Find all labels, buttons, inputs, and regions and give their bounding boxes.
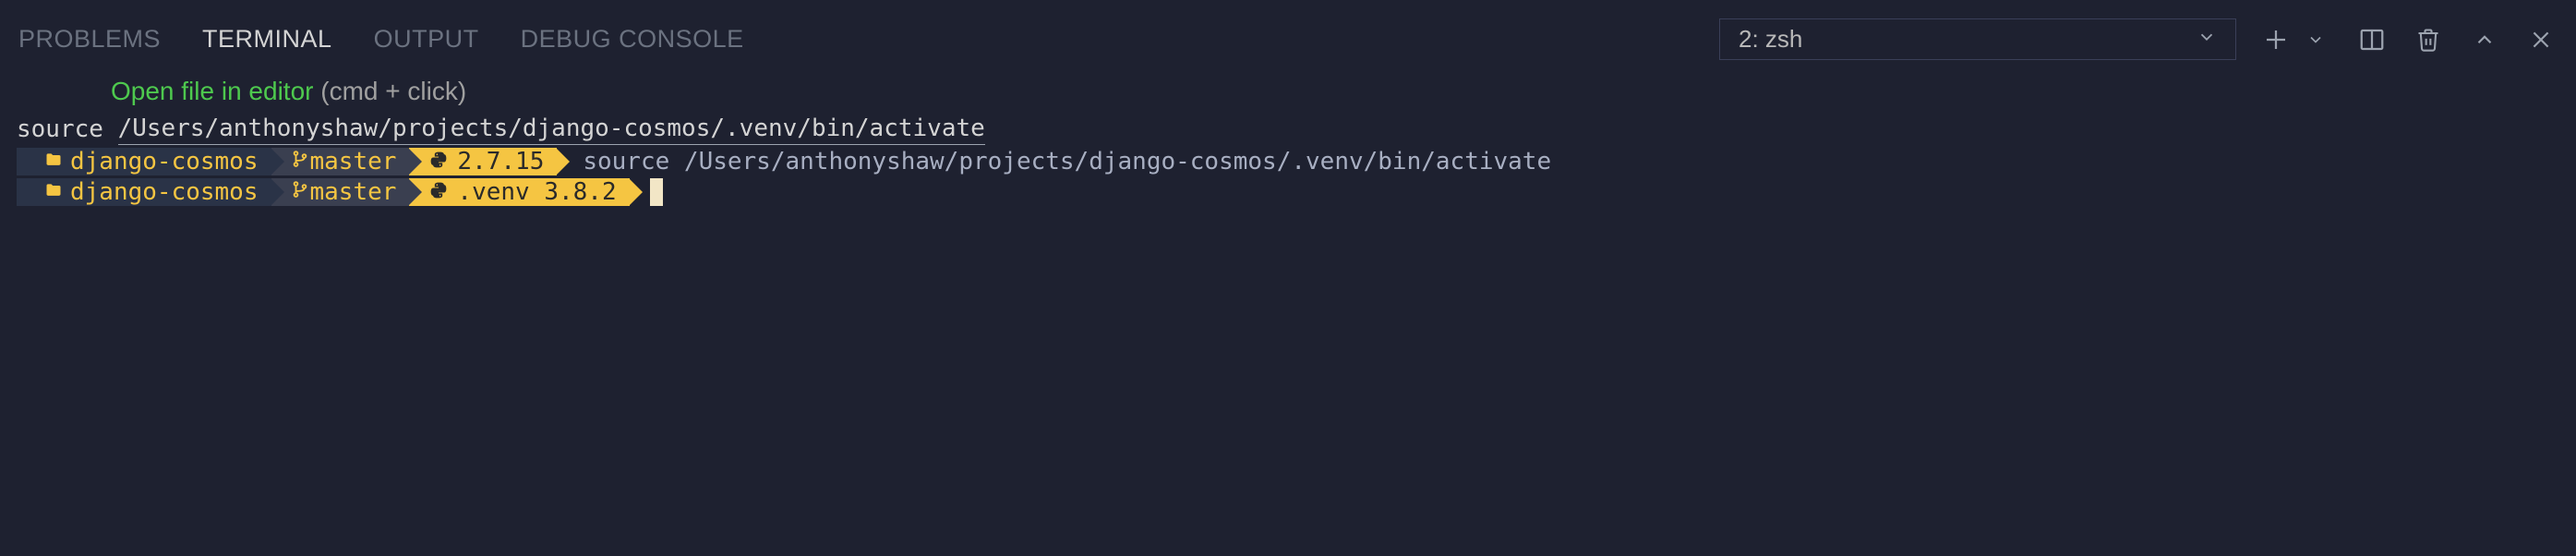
panel-header: PROBLEMS TERMINAL OUTPUT DEBUG CONSOLE 2… (0, 0, 2576, 69)
plus-icon (2262, 26, 2290, 54)
trash-icon (2415, 27, 2441, 53)
terminal-selector[interactable]: 2: zsh (1719, 18, 2236, 60)
prompt-directory-segment: django-cosmos (17, 178, 271, 206)
tab-terminal[interactable]: TERMINAL (202, 25, 332, 54)
python-icon (429, 147, 448, 177)
tab-output[interactable]: OUTPUT (374, 25, 479, 54)
maximize-panel-button[interactable] (2468, 23, 2501, 56)
tab-problems[interactable]: PROBLEMS (18, 25, 161, 54)
branch-icon (292, 177, 308, 208)
prompt-directory-segment: django-cosmos (17, 148, 271, 175)
terminal-line: source /Users/anthonyshaw/projects/djang… (17, 114, 2559, 145)
terminal-cursor (650, 178, 663, 206)
close-panel-button[interactable] (2524, 23, 2558, 56)
prompt-branch: master (310, 177, 397, 208)
tab-debug-console[interactable]: DEBUG CONSOLE (521, 25, 744, 54)
prompt-python-version: .venv 3.8.2 (457, 177, 616, 208)
tooltip-action: Open file in editor (111, 77, 313, 105)
split-terminal-button[interactable] (2355, 23, 2389, 56)
link-tooltip: Open file in editor (cmd + click) (111, 77, 2576, 106)
prompt-branch-segment: master (271, 178, 410, 206)
chevron-up-icon (2473, 28, 2497, 52)
panel-actions: 2: zsh (1719, 18, 2558, 60)
close-icon (2529, 28, 2553, 52)
chevron-down-icon (2197, 25, 2217, 54)
branch-icon (292, 147, 308, 177)
terminal-selector-label: 2: zsh (1739, 25, 1802, 54)
folder-icon (44, 147, 63, 177)
prompt-python-segment: 2.7.15 (409, 148, 557, 175)
folder-icon (44, 177, 63, 208)
kill-terminal-button[interactable] (2412, 23, 2445, 56)
python-icon (429, 177, 448, 208)
prompt-line: django-cosmos master .venv 3.8.2 (17, 178, 2559, 206)
new-terminal-button[interactable] (2259, 23, 2293, 56)
terminal-output[interactable]: source /Users/anthonyshaw/projects/djang… (0, 106, 2576, 213)
panel-tabs: PROBLEMS TERMINAL OUTPUT DEBUG CONSOLE (18, 25, 744, 54)
executed-command: source /Users/anthonyshaw/projects/djang… (583, 147, 1551, 177)
prompt-python-version: 2.7.15 (457, 147, 544, 177)
file-path-link[interactable]: /Users/anthonyshaw/projects/django-cosmo… (118, 114, 985, 145)
split-icon (2358, 26, 2386, 54)
chevron-down-icon (2306, 30, 2325, 49)
prompt-directory: django-cosmos (70, 147, 259, 177)
prompt-line: django-cosmos master 2.7.15 source /User… (17, 147, 2559, 177)
command-word: source (17, 115, 118, 145)
terminal-dropdown-button[interactable] (2299, 23, 2332, 56)
prompt-directory: django-cosmos (70, 177, 259, 208)
prompt-python-segment: .venv 3.8.2 (409, 178, 629, 206)
prompt-branch-segment: master (271, 148, 410, 175)
prompt-branch: master (310, 147, 397, 177)
tooltip-hint: (cmd + click) (320, 77, 466, 105)
